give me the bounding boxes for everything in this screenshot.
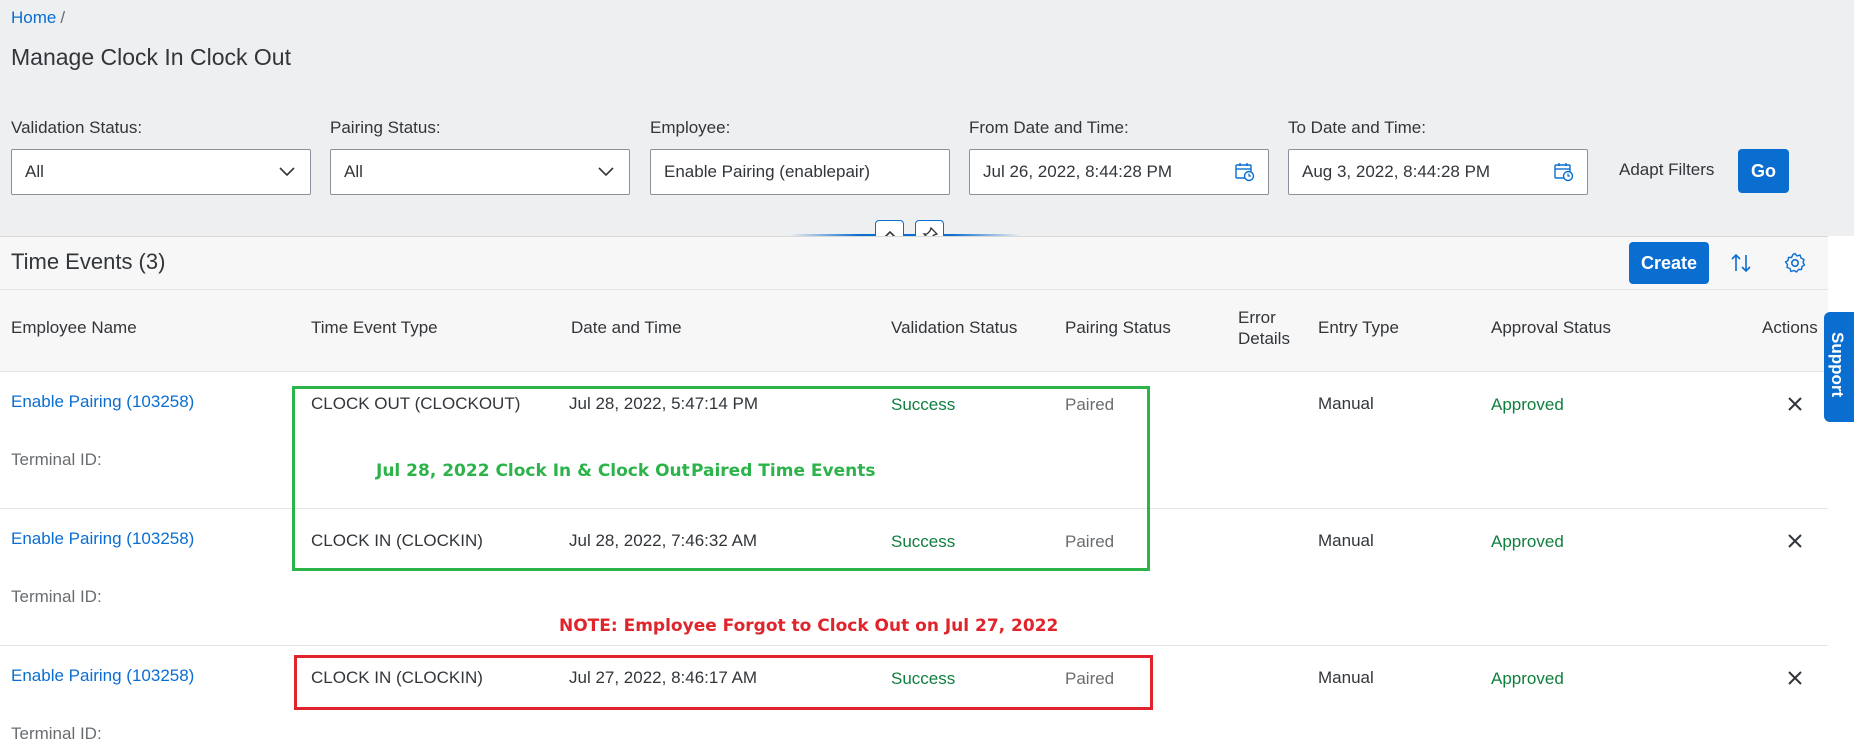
breadcrumb: Home / (11, 8, 65, 28)
annotation-forgot-note: NOTE: Employee Forgot to Clock Out on Ju… (559, 616, 1059, 636)
filter-validation-status: Validation Status: All (11, 118, 311, 195)
row2-terminal-id: Terminal ID: (11, 587, 102, 606)
unpaired-event-highlight-box (294, 655, 1153, 710)
row3-entry-type: Manual (1318, 668, 1374, 687)
column-approval-status[interactable]: Approval Status (1491, 318, 1611, 338)
settings-gear-icon[interactable] (1780, 248, 1810, 278)
validation-status-select[interactable]: All (11, 149, 311, 195)
filter-label-pairing-status: Pairing Status: (330, 118, 441, 137)
calendar-clock-icon[interactable] (1551, 150, 1577, 194)
filter-to-date: To Date and Time: Aug 3, 2022, 8:44:28 P… (1288, 118, 1588, 195)
filter-employee: Employee: Enable Pairing (enablepair) (650, 118, 950, 195)
go-button[interactable]: Go (1738, 149, 1789, 193)
chevron-down-icon[interactable] (274, 150, 300, 194)
sort-icon[interactable] (1726, 248, 1756, 278)
row3-delete-close-icon[interactable] (1786, 669, 1806, 689)
column-error-details-line2[interactable]: Details (1238, 329, 1290, 349)
filter-label-validation-status: Validation Status: (11, 118, 143, 137)
support-tab-label: Support (1828, 332, 1847, 398)
row-separator (0, 645, 1828, 646)
row2-employee-link[interactable]: Enable Pairing (103258) (11, 529, 194, 549)
filter-from-date: From Date and Time: Jul 26, 2022, 8:44:2… (969, 118, 1269, 195)
support-tab[interactable]: Support (1824, 312, 1854, 422)
pairing-status-value: All (344, 162, 363, 181)
chevron-down-icon[interactable] (593, 150, 619, 194)
row1-entry-type: Manual (1318, 394, 1374, 413)
row1-approval-status: Approved (1491, 395, 1564, 414)
table-toolbar (0, 236, 1828, 290)
validation-status-value: All (25, 162, 44, 181)
from-date-input[interactable]: Jul 26, 2022, 8:44:28 PM (969, 149, 1269, 195)
column-time-event-type[interactable]: Time Event Type (311, 318, 438, 338)
filter-label-from-date: From Date and Time: (969, 118, 1129, 137)
column-pairing-status[interactable]: Pairing Status (1065, 318, 1171, 338)
column-error-details-line1[interactable]: Error (1238, 308, 1276, 328)
filter-label-employee: Employee: (650, 118, 731, 137)
row3-approval-status: Approved (1491, 669, 1564, 688)
breadcrumb-home-link[interactable]: Home (11, 8, 56, 27)
column-entry-type[interactable]: Entry Type (1318, 318, 1399, 338)
create-button[interactable]: Create (1629, 242, 1709, 284)
row3-employee-link[interactable]: Enable Pairing (103258) (11, 666, 194, 686)
employee-input[interactable]: Enable Pairing (enablepair) (650, 149, 950, 195)
calendar-clock-icon[interactable] (1232, 150, 1258, 194)
row2-delete-close-icon[interactable] (1786, 532, 1806, 552)
adapt-filters-button[interactable]: Adapt Filters (1619, 160, 1714, 180)
column-date-time[interactable]: Date and Time (571, 318, 682, 338)
page-title: Manage Clock In Clock Out (11, 44, 291, 70)
row1-employee-link[interactable]: Enable Pairing (103258) (11, 392, 194, 412)
table-title: Time Events (3) (11, 249, 166, 274)
from-date-value: Jul 26, 2022, 8:44:28 PM (983, 162, 1173, 181)
column-employee-name[interactable]: Employee Name (11, 318, 137, 338)
row2-approval-status: Approved (1491, 532, 1564, 551)
row2-entry-type: Manual (1318, 531, 1374, 550)
filter-label-to-date: To Date and Time: (1288, 118, 1426, 137)
filter-pairing-status: Pairing Status: All (330, 118, 630, 195)
row1-terminal-id: Terminal ID: (11, 450, 102, 469)
annotation-paired-date: Jul 28, 2022 Clock In & Clock Out (376, 461, 690, 481)
pairing-status-select[interactable]: All (330, 149, 630, 195)
breadcrumb-separator: / (60, 8, 66, 27)
annotation-paired-label: Paired Time Events (691, 461, 876, 481)
row3-terminal-id: Terminal ID: (11, 724, 102, 743)
column-validation-status[interactable]: Validation Status (891, 318, 1017, 338)
column-actions: Actions (1762, 318, 1818, 337)
to-date-value: Aug 3, 2022, 8:44:28 PM (1302, 162, 1491, 181)
employee-value: Enable Pairing (enablepair) (664, 162, 871, 181)
row1-delete-close-icon[interactable] (1786, 395, 1806, 415)
to-date-input[interactable]: Aug 3, 2022, 8:44:28 PM (1288, 149, 1588, 195)
